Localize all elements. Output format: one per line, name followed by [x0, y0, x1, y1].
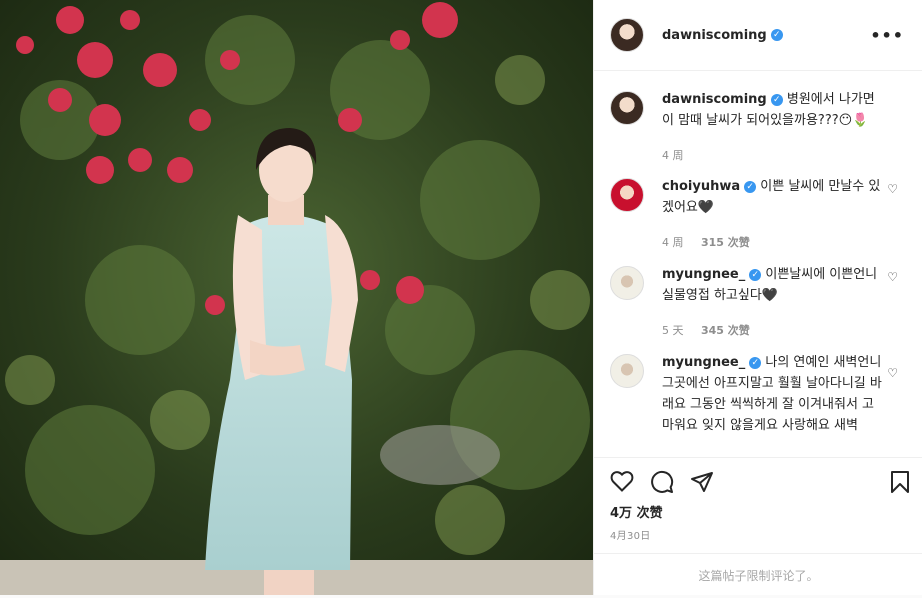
comment-username[interactable]: choiyuhwa — [662, 179, 740, 194]
verified-badge-icon: ✓ — [744, 181, 757, 193]
caption-username[interactable]: dawniscoming — [662, 92, 767, 107]
heart-icon[interactable] — [610, 470, 634, 492]
verified-badge-icon: ✓ — [770, 29, 783, 41]
comments-restricted-notice: 这篇帖子限制评论了。 — [594, 553, 922, 598]
verified-badge-icon: ✓ — [749, 269, 762, 281]
bookmark-icon[interactable] — [890, 470, 910, 494]
comment-item: myungnee_ ✓ 나의 연예인 새벽언니 그곳에선 아프지말고 훨훨 날아다… — [610, 352, 910, 436]
comment-avatar[interactable] — [610, 354, 644, 388]
caption-time[interactable]: 4 周 — [662, 149, 684, 162]
comment-time[interactable]: 4 周 — [662, 236, 684, 249]
post-actions: 4万 次赞 4月30日 这篇帖子限制评论了。 — [594, 457, 922, 583]
more-options-icon[interactable]: ••• — [870, 26, 904, 45]
author-username[interactable]: dawniscoming — [662, 28, 767, 43]
post-sidebar: dawniscoming ✓ ••• dawniscoming ✓ 병원에서 나가… — [593, 0, 922, 595]
comment-item: choiyuhwa ✓ 이쁜 날씨에 만날수 있겠어요🖤 4 周 315 次赞 ♡ — [610, 176, 910, 253]
verified-badge-icon: ✓ — [749, 357, 762, 369]
comment-avatar[interactable] — [610, 178, 644, 212]
send-icon[interactable] — [690, 470, 714, 494]
instagram-post: dawniscoming ✓ ••• dawniscoming ✓ 병원에서 나가… — [0, 0, 922, 595]
post-date[interactable]: 4月30日 — [610, 527, 651, 542]
comment-username[interactable]: myungnee_ — [662, 267, 745, 282]
caption-avatar[interactable] — [610, 91, 644, 125]
heart-outline-icon[interactable]: ♡ — [887, 182, 898, 196]
comment-meta: 4 周 315 次赞 — [662, 232, 884, 253]
action-icons — [594, 458, 922, 506]
author-avatar[interactable] — [610, 18, 644, 52]
comment-item: myungnee_ ✓ 이쁜날씨에 이쁜언니 실물영접 하고싶다🖤 5 天 345… — [610, 264, 910, 341]
comment-meta: 5 天 345 次赞 — [662, 320, 884, 341]
post-header: dawniscoming ✓ ••• — [594, 0, 922, 71]
comment-likes[interactable]: 345 次赞 — [701, 324, 750, 337]
caption-meta: 4 周 — [662, 145, 884, 166]
comments-list: dawniscoming ✓ 병원에서 나가면 이 맘때 날씨가 되어있을까용??… — [594, 71, 922, 457]
caption: dawniscoming ✓ 병원에서 나가면 이 맘때 날씨가 되어있을까용??… — [610, 89, 910, 166]
comment-likes[interactable]: 315 次赞 — [701, 236, 750, 249]
likes-count[interactable]: 4万 次赞 — [610, 502, 663, 521]
photo-image — [0, 0, 593, 595]
comment-time[interactable]: 5 天 — [662, 324, 684, 337]
heart-outline-icon[interactable]: ♡ — [887, 270, 898, 284]
comment-avatar[interactable] — [610, 266, 644, 300]
verified-badge-icon: ✓ — [770, 94, 783, 106]
comment-username[interactable]: myungnee_ — [662, 355, 745, 370]
comment-icon[interactable] — [650, 470, 674, 494]
post-photo[interactable] — [0, 0, 593, 595]
heart-outline-icon[interactable]: ♡ — [887, 366, 898, 380]
